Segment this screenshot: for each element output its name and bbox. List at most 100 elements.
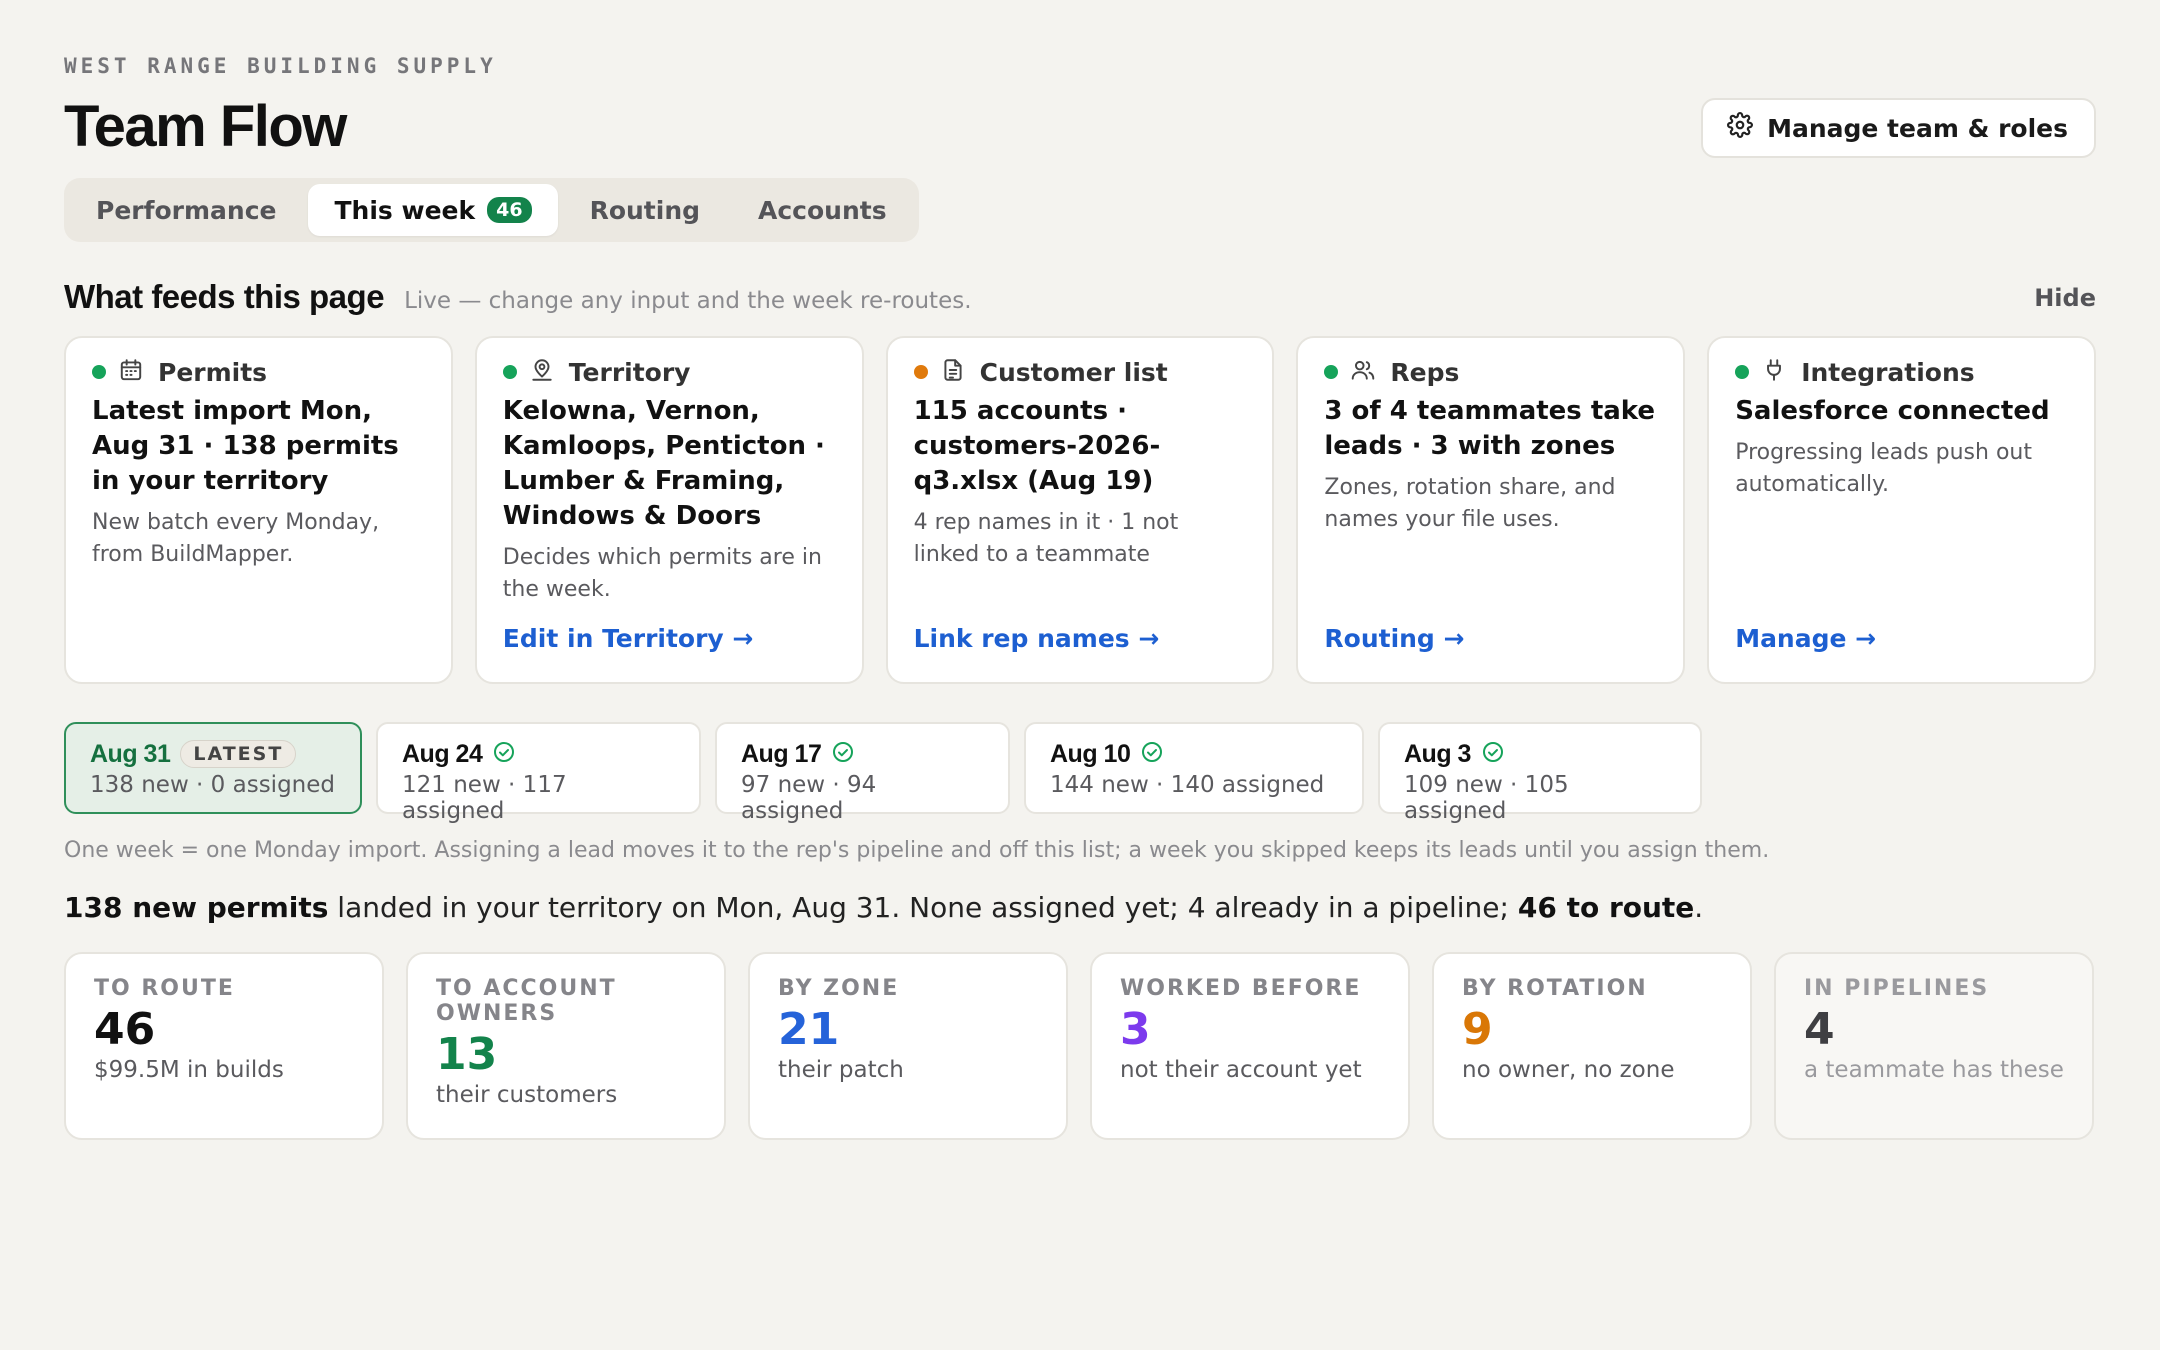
feed-card-integrations: Integrations Salesforce connected Progre… [1707, 336, 2096, 684]
week-chip-aug-31[interactable]: Aug 31 LATEST 138 new · 0 assigned [64, 722, 362, 814]
stat-value: 3 [1120, 1004, 1151, 1055]
stat-sub: not their account yet [1120, 1057, 1362, 1083]
week-chip-aug-17[interactable]: Aug 17 97 new · 94 assigned [715, 722, 1010, 824]
stat-card-to-account-owners[interactable]: TO ACCOUNT OWNERS 13 their customers [406, 952, 726, 1140]
stat-card-by-zone[interactable]: BY ZONE 21 their patch [748, 952, 1068, 1140]
tab-label: This week [334, 195, 476, 225]
company-name: WEST RANGE BUILDING SUPPLY [64, 54, 497, 78]
tab-label: Performance [96, 195, 277, 225]
document-icon [940, 357, 966, 387]
stats-row: TO ROUTE 46 $99.5M in builds TO ACCOUNT … [64, 952, 2096, 1140]
week-date: Aug 3 [1404, 739, 1471, 768]
week-chip-aug-24[interactable]: Aug 24 121 new · 117 assigned [376, 722, 701, 824]
week-chip-aug-3[interactable]: Aug 3 109 new · 105 assigned [1378, 722, 1702, 824]
manage-team-button[interactable]: Manage team & roles [1701, 98, 2096, 158]
gear-icon [1727, 112, 1754, 144]
check-circle-icon [492, 740, 516, 768]
stat-value: 4 [1804, 1004, 1835, 1055]
stat-value: 13 [436, 1029, 498, 1080]
stat-value: 46 [94, 1004, 156, 1055]
feeds-subtitle: Live — change any input and the week re-… [404, 288, 972, 314]
hide-button[interactable]: Hide [2034, 284, 2096, 312]
week-stats: 109 new · 105 assigned [1404, 772, 1569, 824]
routing-link[interactable]: Routing → [1324, 624, 1464, 653]
feed-label: Integrations [1801, 357, 1975, 387]
stat-sub: their customers [436, 1082, 618, 1108]
stat-label: TO ROUTE [94, 976, 235, 1001]
feeds-title: What feeds this page [64, 278, 385, 315]
latest-badge: LATEST [180, 740, 297, 768]
stat-sub: a teammate has these [1804, 1057, 2064, 1083]
week-chip-aug-10[interactable]: Aug 10 144 new · 140 assigned [1024, 722, 1364, 814]
stat-label: BY ZONE [778, 976, 900, 1001]
stat-sub: their patch [778, 1057, 904, 1083]
stat-label: TO ACCOUNT OWNERS [436, 976, 617, 1026]
feed-main: 115 accounts · customers-2026-q3.xlsx (A… [913, 396, 1161, 496]
week-stats: 144 new · 140 assigned [1050, 772, 1325, 798]
weeks-note: One week = one Monday import. Assigning … [64, 838, 1770, 863]
status-dot [502, 365, 517, 379]
summary-end: . [1694, 891, 1704, 924]
page: WEST RANGE BUILDING SUPPLY Team Flow Man… [64, 54, 2096, 1140]
feed-main: 3 of 4 teammates take leads · 3 with zon… [1324, 396, 1656, 461]
manage-team-label: Manage team & roles [1767, 113, 2068, 143]
tab-routing[interactable]: Routing [564, 184, 726, 236]
feed-label: Customer list [979, 357, 1168, 387]
week-stats: 138 new · 0 assigned [90, 772, 336, 798]
stat-card-in-pipelines[interactable]: IN PIPELINES 4 a teammate has these [1774, 952, 2094, 1140]
tab-accounts[interactable]: Accounts [732, 184, 913, 236]
status-dot [1324, 365, 1339, 379]
plug-icon [1761, 357, 1787, 387]
status-dot [913, 365, 928, 379]
stat-label: WORKED BEFORE [1120, 976, 1362, 1001]
summary-to-route: 46 to route [1517, 891, 1695, 924]
feed-main: Salesforce connected [1735, 396, 2050, 426]
status-dot [1735, 365, 1750, 379]
check-circle-icon [1140, 740, 1164, 768]
feed-desc: Progressing leads push out automatically… [1735, 440, 2032, 497]
stat-sub: $99.5M in builds [94, 1057, 284, 1083]
feed-card-customer-list: Customer list 115 accounts · customers-2… [885, 336, 1275, 684]
feeds-header: What feeds this page Live — change any i… [64, 278, 2096, 316]
status-dot [92, 365, 106, 379]
week-date: Aug 17 [741, 739, 822, 768]
tab-bar: Performance This week 46 Routing Account… [64, 178, 919, 242]
stat-label: IN PIPELINES [1804, 976, 1990, 1001]
feed-label: Reps [1390, 357, 1460, 387]
manage-integrations-link[interactable]: Manage → [1735, 624, 1876, 653]
week-stats: 121 new · 117 assigned [402, 772, 567, 824]
stat-card-to-route[interactable]: TO ROUTE 46 $99.5M in builds [64, 952, 384, 1140]
link-rep-names-link[interactable]: Link rep names → [914, 624, 1160, 653]
feed-desc: New batch every Monday, from BuildMapper… [92, 510, 380, 567]
map-pin-user-icon [529, 357, 555, 387]
week-date: Aug 31 [90, 739, 171, 768]
tab-performance[interactable]: Performance [70, 184, 302, 236]
week-date: Aug 10 [1050, 739, 1131, 768]
tab-label: Routing [589, 195, 701, 225]
summary-text: landed in your territory on Mon, Aug 31.… [328, 891, 1518, 924]
calendar-icon [118, 357, 144, 387]
tab-label: Accounts [758, 195, 887, 225]
users-icon [1350, 357, 1376, 387]
feeds-row: Permits Latest import Mon, Aug 31 · 138 … [64, 336, 2096, 684]
stat-label: BY ROTATION [1462, 976, 1648, 1001]
stat-sub: no owner, no zone [1462, 1057, 1675, 1083]
stat-card-worked-before[interactable]: WORKED BEFORE 3 not their account yet [1090, 952, 1410, 1140]
feed-card-permits: Permits Latest import Mon, Aug 31 · 138 … [64, 336, 453, 684]
week-summary: 138 new permits landed in your territory… [64, 891, 2096, 924]
stat-card-by-rotation[interactable]: BY ROTATION 9 no owner, no zone [1432, 952, 1752, 1140]
stat-value: 21 [778, 1004, 840, 1055]
feed-label: Permits [158, 357, 268, 387]
summary-new-permits: 138 new permits [64, 891, 329, 924]
feed-main: Latest import Mon, Aug 31 · 138 permits … [92, 396, 399, 496]
stat-value: 9 [1462, 1004, 1493, 1055]
week-stats: 97 new · 94 assigned [741, 772, 877, 824]
tab-this-week[interactable]: This week 46 [308, 184, 558, 236]
feed-desc: 4 rep names in it · 1 not linked to a te… [913, 510, 1179, 567]
feed-desc: Zones, rotation share, and names your fi… [1324, 475, 1616, 532]
tab-count-badge: 46 [487, 197, 532, 223]
feed-card-territory: Territory Kelowna, Vernon, Kamloops, Pen… [474, 336, 864, 684]
feed-label: Territory [568, 357, 691, 387]
edit-territory-link[interactable]: Edit in Territory → [503, 624, 754, 653]
check-circle-icon [831, 740, 855, 768]
